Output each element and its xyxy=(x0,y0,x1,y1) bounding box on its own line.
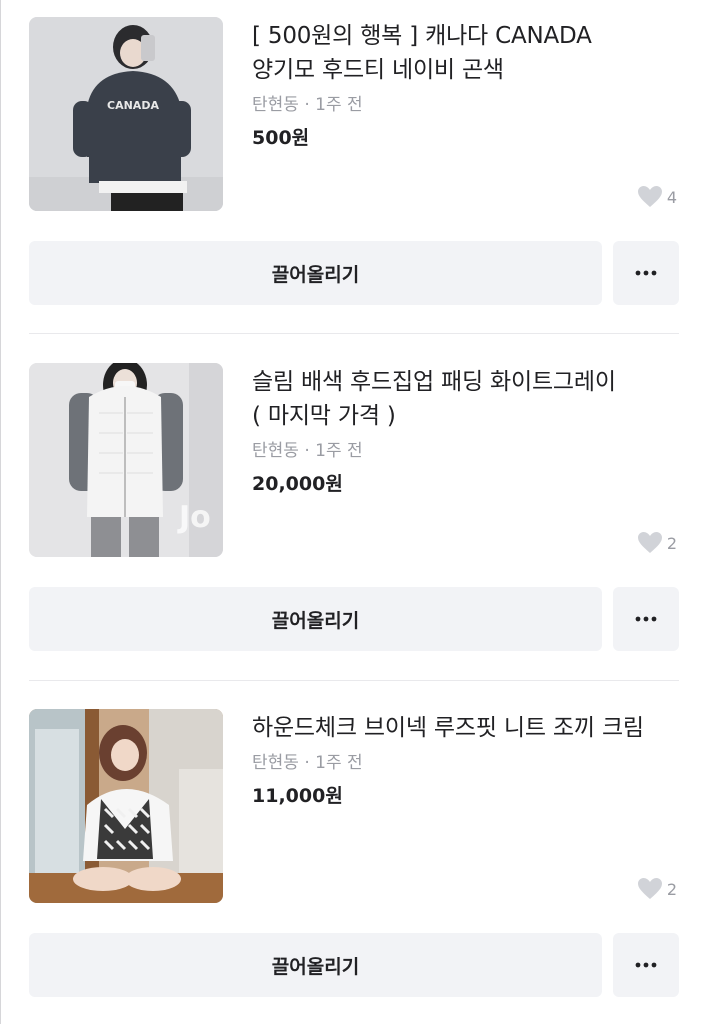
listing-title-line[interactable]: 하운드체크 브이넥 루즈핏 니트 조끼 크림 xyxy=(252,711,672,745)
bump-button[interactable]: 끌어올리기 xyxy=(29,241,602,305)
image-watermark: Jo xyxy=(177,500,211,535)
listing-meta: 탄현동 · 1주 전 xyxy=(252,439,672,463)
more-button[interactable] xyxy=(613,241,679,305)
listing-info[interactable]: 하운드체크 브이넥 루즈핏 니트 조끼 크림 탄현동 · 1주 전 11,000… xyxy=(252,711,672,809)
more-dots-icon xyxy=(635,270,657,276)
heart-icon xyxy=(637,878,662,899)
listing-price: 20,000원 xyxy=(252,473,343,495)
listing-row[interactable]: 하운드체크 브이넥 루즈핏 니트 조끼 크림 탄현동 · 1주 전 11,000… xyxy=(29,709,679,903)
listing-info[interactable]: 슬림 배색 후드집업 패딩 화이트그레이 ( 마지막 가격 ) 탄현동 · 1주… xyxy=(252,365,672,497)
listing-row[interactable]: CANADA [ 500원의 행복 ] 캐나다 CANADA 양기모 후드티 네… xyxy=(29,17,679,211)
knit-vest-photo xyxy=(29,709,223,903)
listing-title-line[interactable]: ( 마지막 가격 ) xyxy=(252,399,672,433)
item-divider xyxy=(29,333,679,334)
more-button[interactable] xyxy=(613,587,679,651)
listing-title-line[interactable]: 슬림 배색 후드집업 패딩 화이트그레이 xyxy=(252,365,672,399)
listing-title-line[interactable]: 양기모 후드티 네이비 곤색 xyxy=(252,53,672,87)
listing-actions: 끌어올리기 xyxy=(29,241,679,305)
listing-time: 1주 전 xyxy=(315,441,363,461)
left-edge-border xyxy=(0,0,1,1024)
like-count-value: 4 xyxy=(666,187,677,207)
listing-location: 탄현동 xyxy=(252,95,299,115)
listing-title-line[interactable]: [ 500원의 행복 ] 캐나다 CANADA xyxy=(252,19,672,53)
product-image[interactable]: Jo xyxy=(29,363,223,557)
listing-location: 탄현동 xyxy=(252,753,299,773)
padded-zipup-photo: Jo xyxy=(29,363,223,557)
like-count: 4 xyxy=(637,185,677,209)
listing-time: 1주 전 xyxy=(315,95,363,115)
bump-button[interactable]: 끌어올리기 xyxy=(29,587,602,651)
listing-meta: 탄현동 · 1주 전 xyxy=(252,93,672,117)
heart-icon xyxy=(637,186,662,207)
hoodie-print: CANADA xyxy=(107,99,159,112)
listing-row[interactable]: Jo 슬림 배색 후드집업 패딩 화이트그레이 ( 마지막 가격 ) 탄현동 ·… xyxy=(29,363,679,557)
listing-item[interactable]: 하운드체크 브이넥 루즈핏 니트 조끼 크림 탄현동 · 1주 전 11,000… xyxy=(29,709,679,997)
listing-actions: 끌어올리기 xyxy=(29,933,679,997)
listing-item[interactable]: CANADA [ 500원의 행복 ] 캐나다 CANADA 양기모 후드티 네… xyxy=(29,17,679,305)
product-image[interactable] xyxy=(29,709,223,903)
listing-title[interactable]: [ 500원의 행복 ] 캐나다 CANADA 양기모 후드티 네이비 곤색 xyxy=(252,19,672,87)
listing-info[interactable]: [ 500원의 행복 ] 캐나다 CANADA 양기모 후드티 네이비 곤색 탄… xyxy=(252,19,672,151)
listing-time: 1주 전 xyxy=(315,753,363,773)
listing-actions: 끌어올리기 xyxy=(29,587,679,651)
product-image[interactable]: CANADA xyxy=(29,17,223,211)
like-count: 2 xyxy=(637,877,677,901)
more-button[interactable] xyxy=(613,933,679,997)
listing-location: 탄현동 xyxy=(252,441,299,461)
listing-price: 500원 xyxy=(252,127,310,149)
listing-price: 11,000원 xyxy=(252,785,343,807)
listing-title[interactable]: 슬림 배색 후드집업 패딩 화이트그레이 ( 마지막 가격 ) xyxy=(252,365,672,433)
listing-title[interactable]: 하운드체크 브이넥 루즈핏 니트 조끼 크림 xyxy=(252,711,672,745)
meta-separator: · xyxy=(304,95,310,115)
meta-separator: · xyxy=(304,753,310,773)
listing-meta: 탄현동 · 1주 전 xyxy=(252,751,672,775)
like-count: 2 xyxy=(637,531,677,555)
listing-item[interactable]: Jo 슬림 배색 후드집업 패딩 화이트그레이 ( 마지막 가격 ) 탄현동 ·… xyxy=(29,363,679,651)
more-dots-icon xyxy=(635,962,657,968)
bump-button[interactable]: 끌어올리기 xyxy=(29,933,602,997)
item-divider xyxy=(29,680,679,681)
hoodie-photo: CANADA xyxy=(29,17,223,211)
heart-icon xyxy=(637,532,662,553)
like-count-value: 2 xyxy=(666,533,677,553)
meta-separator: · xyxy=(304,441,310,461)
more-dots-icon xyxy=(635,616,657,622)
like-count-value: 2 xyxy=(666,879,677,899)
